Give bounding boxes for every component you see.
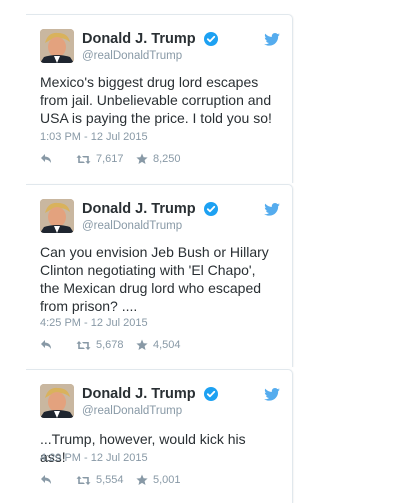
- user-handle[interactable]: @realDonaldTrump: [82, 50, 218, 62]
- like-count: 5,001: [153, 474, 181, 486]
- star-icon: [136, 474, 148, 486]
- user-handle[interactable]: @realDonaldTrump: [82, 220, 218, 232]
- retweet-icon: [76, 340, 91, 351]
- retweet-icon: [76, 154, 91, 165]
- retweet-icon: [76, 475, 91, 486]
- tweet-header: Donald J. Trump @realDonaldTrump: [40, 199, 282, 235]
- tweet-card[interactable]: Donald J. Trump @realDonaldTrump Mexico'…: [26, 14, 293, 183]
- avatar[interactable]: [40, 384, 74, 418]
- display-name[interactable]: Donald J. Trump: [82, 386, 196, 402]
- tweet-timestamp[interactable]: 1:03 PM - 12 Jul 2015: [40, 131, 148, 143]
- tweet-card[interactable]: Donald J. Trump @realDonaldTrump Can you…: [26, 184, 293, 367]
- reply-button[interactable]: [40, 339, 52, 350]
- retweet-button[interactable]: 5,554: [76, 474, 124, 486]
- retweet-count: 5,554: [96, 474, 124, 486]
- reply-icon: [40, 474, 52, 485]
- star-icon: [136, 339, 148, 351]
- reply-button[interactable]: [40, 153, 52, 164]
- verified-badge-icon: [204, 201, 219, 216]
- reply-button[interactable]: [40, 474, 52, 485]
- verified-badge-icon: [204, 386, 219, 401]
- user-handle[interactable]: @realDonaldTrump: [82, 405, 218, 417]
- tweet-timestamp[interactable]: 4:25 PM - 12 Jul 2015: [40, 317, 148, 329]
- like-button[interactable]: 8,250: [136, 153, 181, 165]
- avatar[interactable]: [40, 199, 74, 233]
- twitter-bird-icon[interactable]: [264, 33, 280, 46]
- tweet-text: Can you envision Jeb Bush or Hillary Cli…: [40, 244, 269, 314]
- tweet-header: Donald J. Trump @realDonaldTrump: [40, 29, 282, 65]
- avatar[interactable]: [40, 29, 74, 63]
- like-button[interactable]: 5,001: [136, 474, 181, 486]
- reply-icon: [40, 339, 52, 350]
- display-name[interactable]: Donald J. Trump: [82, 201, 196, 217]
- twitter-bird-icon[interactable]: [264, 388, 280, 401]
- like-button[interactable]: 4,504: [136, 339, 181, 351]
- tweet-header: Donald J. Trump @realDonaldTrump: [40, 384, 282, 420]
- tweet-timestamp[interactable]: 4:29 PM - 12 Jul 2015: [40, 452, 148, 464]
- verified-badge-icon: [204, 31, 219, 46]
- star-icon: [136, 153, 148, 165]
- like-count: 8,250: [153, 153, 181, 165]
- tweet-card[interactable]: Donald J. Trump @realDonaldTrump ...Trum…: [26, 369, 293, 503]
- display-name[interactable]: Donald J. Trump: [82, 31, 196, 47]
- retweet-button[interactable]: 7,617: [76, 153, 124, 165]
- twitter-bird-icon[interactable]: [264, 203, 280, 216]
- tweet-text: Mexico's biggest drug lord escapes from …: [40, 74, 272, 126]
- retweet-count: 5,678: [96, 339, 124, 351]
- reply-icon: [40, 153, 52, 164]
- retweet-button[interactable]: 5,678: [76, 339, 124, 351]
- like-count: 4,504: [153, 339, 181, 351]
- retweet-count: 7,617: [96, 153, 124, 165]
